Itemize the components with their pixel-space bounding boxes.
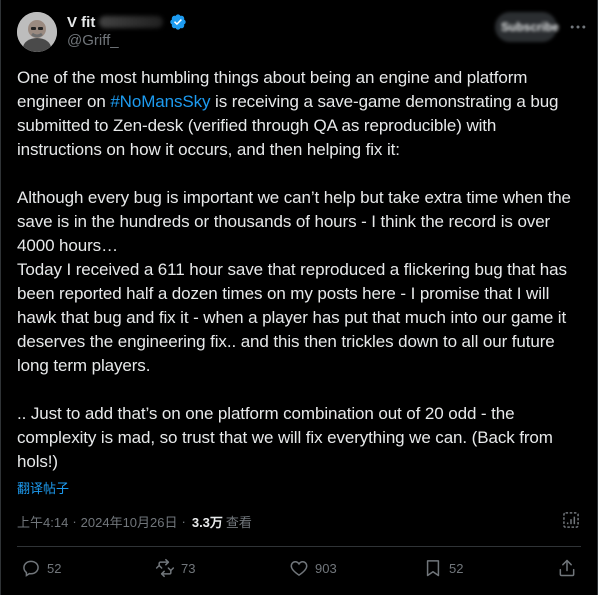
- meta-separator: ·: [72, 514, 77, 529]
- bookmark-icon: [426, 560, 440, 577]
- post-meta: 上午4:14 · 2024年10月26日 · 3.3万 查看: [17, 512, 252, 531]
- repost-icon: [155, 558, 175, 578]
- post-paragraph-3: Today I received a 611 hour save that re…: [17, 260, 567, 375]
- hashtag-link[interactable]: #NoMansSky: [110, 92, 210, 111]
- like-button[interactable]: 903: [289, 558, 337, 578]
- meta-separator-2: ·: [181, 514, 186, 529]
- like-icon: [290, 560, 308, 576]
- reply-button[interactable]: 52: [21, 558, 61, 578]
- author-display-name[interactable]: V fit: [67, 14, 95, 31]
- repost-button[interactable]: 73: [155, 558, 195, 578]
- reply-icon: [23, 560, 39, 577]
- repost-count: 73: [181, 560, 196, 576]
- post-paragraph-4: .. Just to add that’s on one platform co…: [17, 404, 553, 471]
- author-name-line: V fit: [67, 12, 187, 32]
- bookmark-button[interactable]: 52: [423, 558, 463, 578]
- post-time[interactable]: 上午4:14: [17, 512, 68, 531]
- translate-post-link[interactable]: 翻译帖子: [17, 478, 69, 497]
- author-handle[interactable]: @Griff_: [67, 32, 119, 49]
- views-label: 查看: [225, 515, 252, 530]
- views-count: 3.3万: [191, 515, 223, 530]
- divider: [17, 546, 581, 547]
- post-paragraph-1: One of the most humbling things about be…: [17, 66, 585, 162]
- reply-count: 52: [47, 560, 62, 576]
- post-header: V fit @Griff_ Subscribe: [17, 12, 586, 56]
- more-icon[interactable]: [567, 18, 589, 36]
- subscribe-button[interactable]: Subscribe: [495, 12, 559, 42]
- blurred-name-overlay: [99, 16, 164, 28]
- avatar[interactable]: [17, 12, 57, 52]
- post-body: One of the most humbling things about be…: [17, 66, 585, 474]
- action-bar: 52 73 903 52: [17, 558, 581, 586]
- like-count: 903: [315, 560, 337, 576]
- bookmark-count: 52: [449, 560, 464, 576]
- post-paragraph-2: Although every bug is important we can’t…: [17, 188, 571, 255]
- post-card: V fit @Griff_ Subscribe One of the most …: [0, 0, 598, 595]
- post-date[interactable]: 2024年10月26日: [81, 512, 178, 531]
- verified-badge-icon: [170, 14, 187, 30]
- share-icon: [559, 559, 575, 577]
- share-button[interactable]: [557, 558, 577, 578]
- analytics-icon[interactable]: [561, 510, 581, 530]
